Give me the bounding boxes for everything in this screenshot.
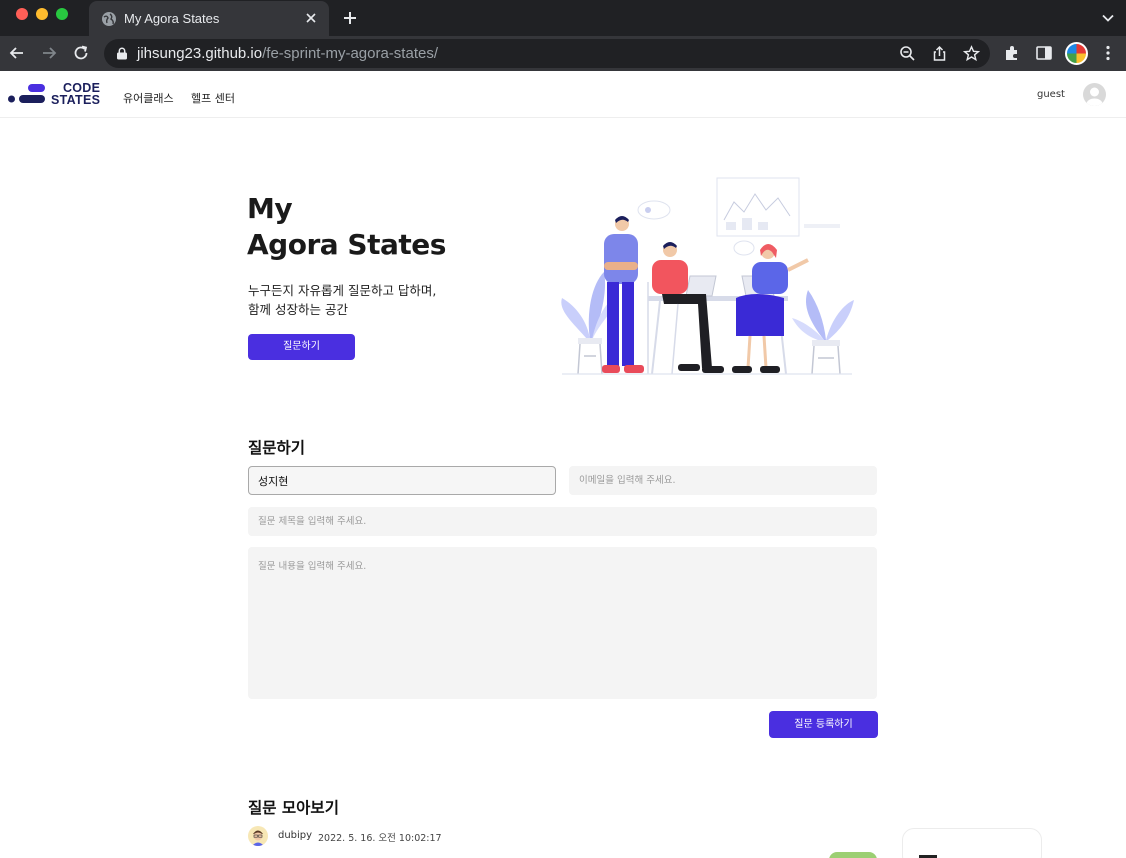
email-input[interactable]	[569, 466, 877, 495]
user-silhouette-icon	[1086, 87, 1103, 106]
share-icon[interactable]	[931, 45, 948, 62]
more-menu-icon[interactable]	[1099, 44, 1117, 62]
profile-avatar[interactable]	[1065, 42, 1088, 65]
submit-question-button[interactable]: 질문 등록하기	[769, 711, 878, 738]
nav-link-help-center[interactable]: 헬프 센터	[191, 90, 235, 106]
close-window-button[interactable]	[16, 8, 28, 20]
browser-toolbar: jihsung23.github.io/fe-sprint-my-agora-s…	[0, 36, 1126, 71]
close-tab-icon[interactable]	[303, 10, 319, 26]
author-face-icon	[252, 830, 264, 846]
hero-subtitle: 누구든지 자유롭게 질문하고 답하며, 함께 성장하는 공간	[248, 283, 437, 317]
answered-badge	[829, 852, 877, 858]
ask-question-button[interactable]: 질문하기	[248, 334, 355, 360]
back-arrow-icon[interactable]	[8, 44, 26, 62]
bookmark-star-icon[interactable]	[963, 45, 980, 62]
extensions-puzzle-icon[interactable]	[1003, 44, 1021, 62]
logo-mark-icon	[8, 84, 45, 103]
maximize-window-button[interactable]	[56, 8, 68, 20]
tab-title: My Agora States	[124, 11, 220, 26]
question-body-textarea[interactable]	[248, 547, 877, 699]
nav-link-yourclass[interactable]: 유어클래스	[123, 90, 174, 106]
minimize-window-button[interactable]	[36, 8, 48, 20]
hero-title: My Agora States	[247, 192, 446, 261]
question-title-input[interactable]	[248, 507, 877, 536]
code-states-logo[interactable]: CODE STATES	[8, 81, 100, 109]
chevron-down-icon[interactable]	[1102, 12, 1114, 24]
side-info-card	[902, 828, 1042, 858]
name-input[interactable]	[248, 466, 556, 495]
url-text: jihsung23.github.io/fe-sprint-my-agora-s…	[137, 45, 438, 62]
forward-arrow-icon[interactable]	[40, 44, 58, 62]
reload-icon[interactable]	[72, 44, 90, 62]
user-name: guest	[1037, 89, 1065, 100]
form-heading: 질문하기	[248, 439, 306, 457]
browser-tab[interactable]: My Agora States	[89, 1, 329, 36]
new-tab-icon[interactable]	[342, 10, 358, 26]
question-date: 2022. 5. 16. 오전 10:02:17	[318, 833, 442, 844]
address-bar[interactable]: jihsung23.github.io/fe-sprint-my-agora-s…	[104, 39, 990, 68]
side-panel-icon[interactable]	[1035, 44, 1053, 62]
team-meeting-illustration	[561, 177, 854, 375]
site-header: CODE STATES 유어클래스 헬프 센터 guest	[0, 71, 1126, 118]
author-avatar	[248, 826, 268, 846]
globe-icon	[102, 12, 116, 26]
browser-tab-strip: My Agora States	[0, 0, 1126, 36]
user-avatar[interactable]	[1083, 83, 1106, 106]
lock-icon[interactable]	[116, 47, 128, 60]
question-author[interactable]: dubipy	[278, 830, 312, 841]
list-heading: 질문 모아보기	[248, 799, 339, 817]
zoom-icon[interactable]	[899, 45, 916, 62]
logo-wordmark: CODE STATES	[51, 81, 101, 107]
